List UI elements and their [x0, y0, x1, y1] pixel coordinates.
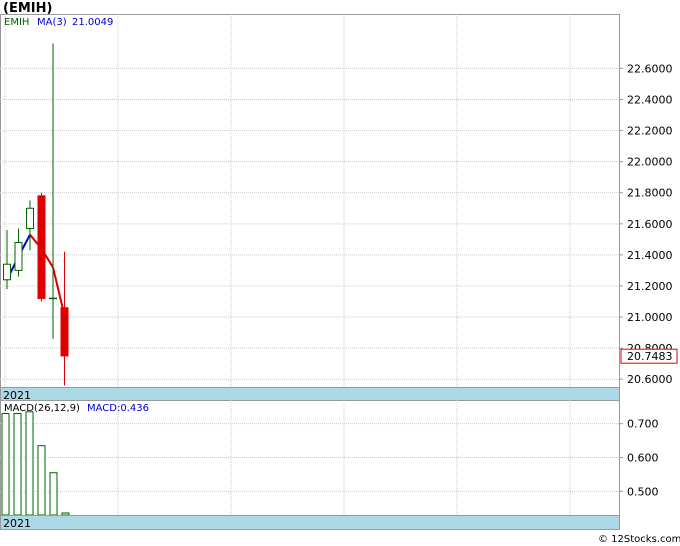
price-tick-label: 20.6000 — [627, 373, 673, 386]
candle-body — [37, 195, 46, 299]
macd-tick-label: 0.600 — [627, 452, 659, 465]
macd-bar — [49, 472, 58, 516]
candle-body — [26, 207, 34, 229]
macd-bar — [61, 512, 70, 516]
last-price-marker: 20.7483 — [620, 348, 678, 364]
macd-bar — [25, 411, 34, 516]
macd-tick-label: 0.700 — [627, 418, 659, 431]
legend-symbol: EMIH — [4, 17, 29, 28]
macd-bar — [37, 445, 46, 516]
macd-value-label: MACD:0.436 — [87, 403, 149, 414]
last-price-label: 20.7483 — [627, 350, 673, 363]
price-tick-label: 21.0000 — [627, 311, 673, 324]
legend-ma-label: MA(3) — [37, 17, 67, 28]
price-tick-label: 21.4000 — [627, 249, 673, 262]
price-tick-label: 22.2000 — [627, 125, 673, 138]
macd-panel: 0.500 0.600 0.700 MACD(26,12,9) MACD:0.436… — [0, 400, 659, 530]
macd-date-band — [0, 515, 620, 530]
price-tick-label: 22.0000 — [627, 156, 673, 169]
price-date-band — [0, 387, 620, 402]
price-plot-area — [0, 14, 620, 388]
price-panel: 20.600020.800021.000021.200021.400021.60… — [0, 14, 678, 402]
price-tick-label: 21.8000 — [627, 187, 673, 200]
candle-body — [14, 241, 23, 271]
chart-title: (EMIH) — [3, 1, 52, 16]
price-tick-label: 22.6000 — [627, 62, 673, 75]
watermark: © 12Stocks.com — [598, 534, 680, 545]
macd-y-axis: 0.500 0.600 0.700 — [619, 418, 659, 498]
macd-year-label: 2021 — [3, 517, 31, 530]
candle-body — [60, 307, 69, 357]
stock-chart: (EMIH) 20.600020.800021.000021.200021.40… — [0, 1, 680, 545]
price-y-axis: 20.600020.800021.000021.200021.400021.60… — [619, 62, 673, 386]
macd-bar — [13, 413, 22, 516]
price-tick-label: 21.6000 — [627, 218, 673, 231]
macd-bar — [1, 413, 10, 516]
legend-ma-value: 21.0049 — [72, 17, 113, 28]
macd-label: MACD(26,12,9) — [4, 403, 80, 414]
price-tick-label: 22.4000 — [627, 93, 673, 106]
candle-body — [3, 263, 11, 281]
macd-tick-label: 0.500 — [627, 485, 659, 498]
price-tick-label: 21.2000 — [627, 280, 673, 293]
